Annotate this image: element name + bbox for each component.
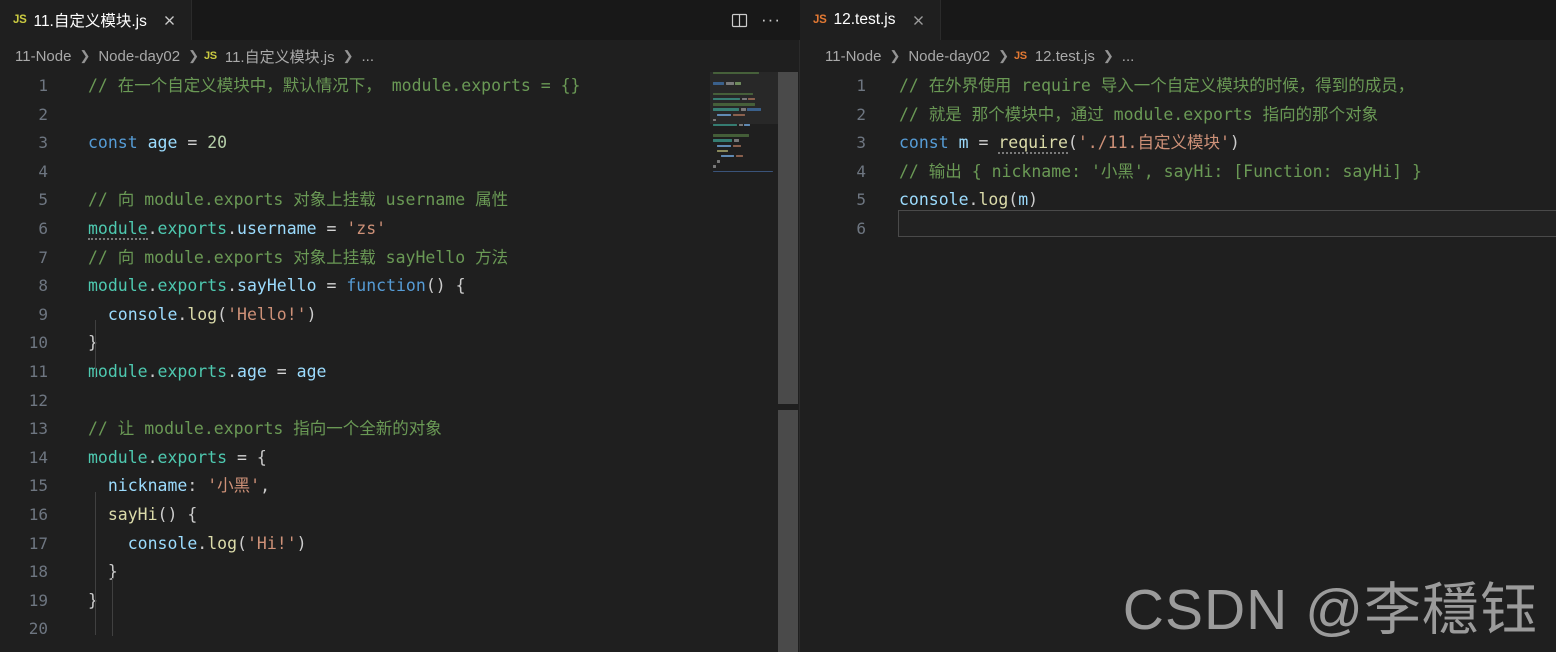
code-line: 19} — [0, 587, 800, 616]
split-editor-right-icon[interactable] — [726, 7, 752, 33]
line-number: 1 — [38, 76, 48, 95]
code-line: 12 — [0, 387, 800, 416]
indent-guide — [95, 320, 96, 378]
js-file-icon: JS — [203, 50, 217, 62]
code-line: 5 console.log(m) — [800, 186, 1556, 215]
scrollbar-thumb[interactable] — [778, 72, 798, 404]
line-number: 1 — [856, 76, 866, 95]
code-line: 6 module.exports.username = 'zs' — [0, 215, 800, 244]
breadcrumb-item-project[interactable]: 11-Node — [12, 47, 74, 66]
csdn-watermark: CSDN @李穩钰 — [1122, 578, 1538, 642]
code-content-left: 1// 在一个自定义模块中，默认情况下， module.exports = {}… — [0, 72, 800, 652]
more-actions-label: ··· — [761, 10, 781, 29]
tab-label: 11.自定义模块.js — [33, 13, 147, 30]
close-icon[interactable] — [160, 10, 180, 30]
tab-12-test[interactable]: JS 12.test.js — [800, 0, 941, 40]
code-line: 10} — [0, 329, 800, 358]
line-number: 14 — [28, 447, 48, 467]
line-number: 6 — [856, 218, 866, 238]
code-line: 4// 输出 { nickname: '小黑', sayHi: [Functio… — [800, 158, 1556, 187]
line-number: 4 — [38, 161, 48, 181]
code-line: 18 } — [0, 558, 800, 587]
close-icon[interactable] — [909, 10, 929, 30]
code-line: 8 module.exports.sayHello = function() { — [0, 272, 800, 301]
breadcrumb-item-symbol[interactable]: ... — [359, 47, 378, 66]
tab-label: 12.test.js — [833, 11, 896, 28]
chevron-right-icon: ❯ — [889, 48, 901, 63]
line-number: 16 — [28, 504, 48, 524]
js-file-icon: JS — [13, 14, 27, 26]
line-number: 6 — [38, 218, 48, 238]
code-line: 13// 让 module.exports 指向一个全新的对象 — [0, 415, 800, 444]
line-number: 5 — [856, 190, 866, 210]
breadcrumb-item-folder[interactable]: Node-day02 — [95, 47, 183, 66]
chevron-right-icon: ❯ — [342, 48, 354, 63]
code-line: 15 nickname: '小黑', — [0, 472, 800, 501]
chevron-right-icon: ❯ — [79, 48, 91, 63]
editor-actions-left: ··· — [726, 0, 800, 40]
editor-group-left: JS 11.自定义模块.js ··· 11-Node ❯ Node-day02 … — [0, 0, 800, 652]
breadcrumb-left: 11-Node ❯ Node-day02 ❯ JS 11.自定义模块.js ❯ … — [0, 40, 800, 72]
indent-guide — [112, 578, 113, 636]
indent-guide — [95, 492, 96, 635]
line-number: 9 — [38, 304, 48, 324]
line-number: 5 — [38, 190, 48, 210]
code-line: 2// 就是 那个模块中，通过 module.exports 指向的那个对象 — [800, 101, 1556, 130]
code-line: 4 — [0, 158, 800, 187]
code-line: 5// 向 module.exports 对象上挂载 username 属性 — [0, 186, 800, 215]
tab-bar-left: JS 11.自定义模块.js ··· — [0, 0, 800, 40]
line-number: 13 — [28, 419, 48, 439]
line-number: 15 — [28, 476, 48, 496]
code-line: 20 — [0, 615, 800, 644]
js-file-icon: JS — [813, 14, 827, 26]
line-number: 10 — [28, 333, 48, 353]
chevron-right-icon: ❯ — [1102, 48, 1114, 63]
line-number: 3 — [856, 133, 866, 153]
code-line: 11 module.exports.age = age — [0, 358, 800, 387]
line-number: 2 — [38, 104, 48, 124]
breadcrumb-item-folder[interactable]: Node-day02 — [905, 47, 993, 66]
editor-workbench: JS 11.自定义模块.js ··· 11-Node ❯ Node-day02 … — [0, 0, 1556, 652]
line-number: 19 — [28, 590, 48, 610]
line-number: 3 — [38, 133, 48, 153]
minimap-left[interactable] — [710, 72, 778, 652]
line-number: 4 — [856, 161, 866, 181]
line-number: 20 — [28, 619, 48, 639]
breadcrumb-item-symbol[interactable]: ... — [1119, 47, 1138, 66]
breadcrumb-item-file[interactable]: 11.自定义模块.js — [222, 45, 338, 68]
code-line: 6 — [800, 215, 1556, 244]
code-line: 1// 在一个自定义模块中，默认情况下， module.exports = {} — [0, 72, 800, 101]
code-line: 14 module.exports = { — [0, 444, 800, 473]
code-line: 7// 向 module.exports 对象上挂载 sayHello 方法 — [0, 244, 800, 273]
vertical-scrollbar-left[interactable] — [778, 72, 798, 652]
breadcrumb-item-project[interactable]: 11-Node — [822, 47, 884, 66]
line-number: 18 — [28, 562, 48, 582]
more-actions-icon[interactable]: ··· — [758, 7, 784, 33]
code-line: 1// 在外界使用 require 导入一个自定义模块的时候，得到的成员， — [800, 72, 1556, 101]
code-line: 9 console.log('Hello!') — [0, 301, 800, 330]
tab-11-custom-module[interactable]: JS 11.自定义模块.js — [0, 0, 192, 40]
code-line: 16 sayHi() { — [0, 501, 800, 530]
line-number: 12 — [28, 390, 48, 410]
line-number: 7 — [38, 247, 48, 267]
chevron-right-icon: ❯ — [998, 48, 1009, 63]
js-file-icon: JS — [1013, 50, 1027, 62]
scrollbar-thumb[interactable] — [778, 410, 798, 652]
code-line: 3 const m = require('./11.自定义模块') — [800, 129, 1556, 158]
code-line: 17 console.log('Hi!') — [0, 530, 800, 559]
line-number: 17 — [28, 533, 48, 553]
line-number: 2 — [856, 104, 866, 124]
breadcrumb-right: 11-Node ❯ Node-day02 ❯ JS 12.test.js ❯ .… — [800, 40, 1556, 72]
code-line: 3 const age = 20 — [0, 129, 800, 158]
breadcrumb-item-file[interactable]: 12.test.js — [1032, 47, 1098, 66]
tab-bar-right: JS 12.test.js — [800, 0, 1556, 40]
line-number: 8 — [38, 276, 48, 296]
chevron-right-icon: ❯ — [188, 48, 199, 63]
code-line: 2 — [0, 101, 800, 130]
line-number: 11 — [28, 361, 48, 381]
editor-group-right: JS 12.test.js 11-Node ❯ Node-day02 ❯ JS … — [800, 0, 1556, 652]
code-editor-left[interactable]: 1// 在一个自定义模块中，默认情况下， module.exports = {}… — [0, 72, 800, 652]
